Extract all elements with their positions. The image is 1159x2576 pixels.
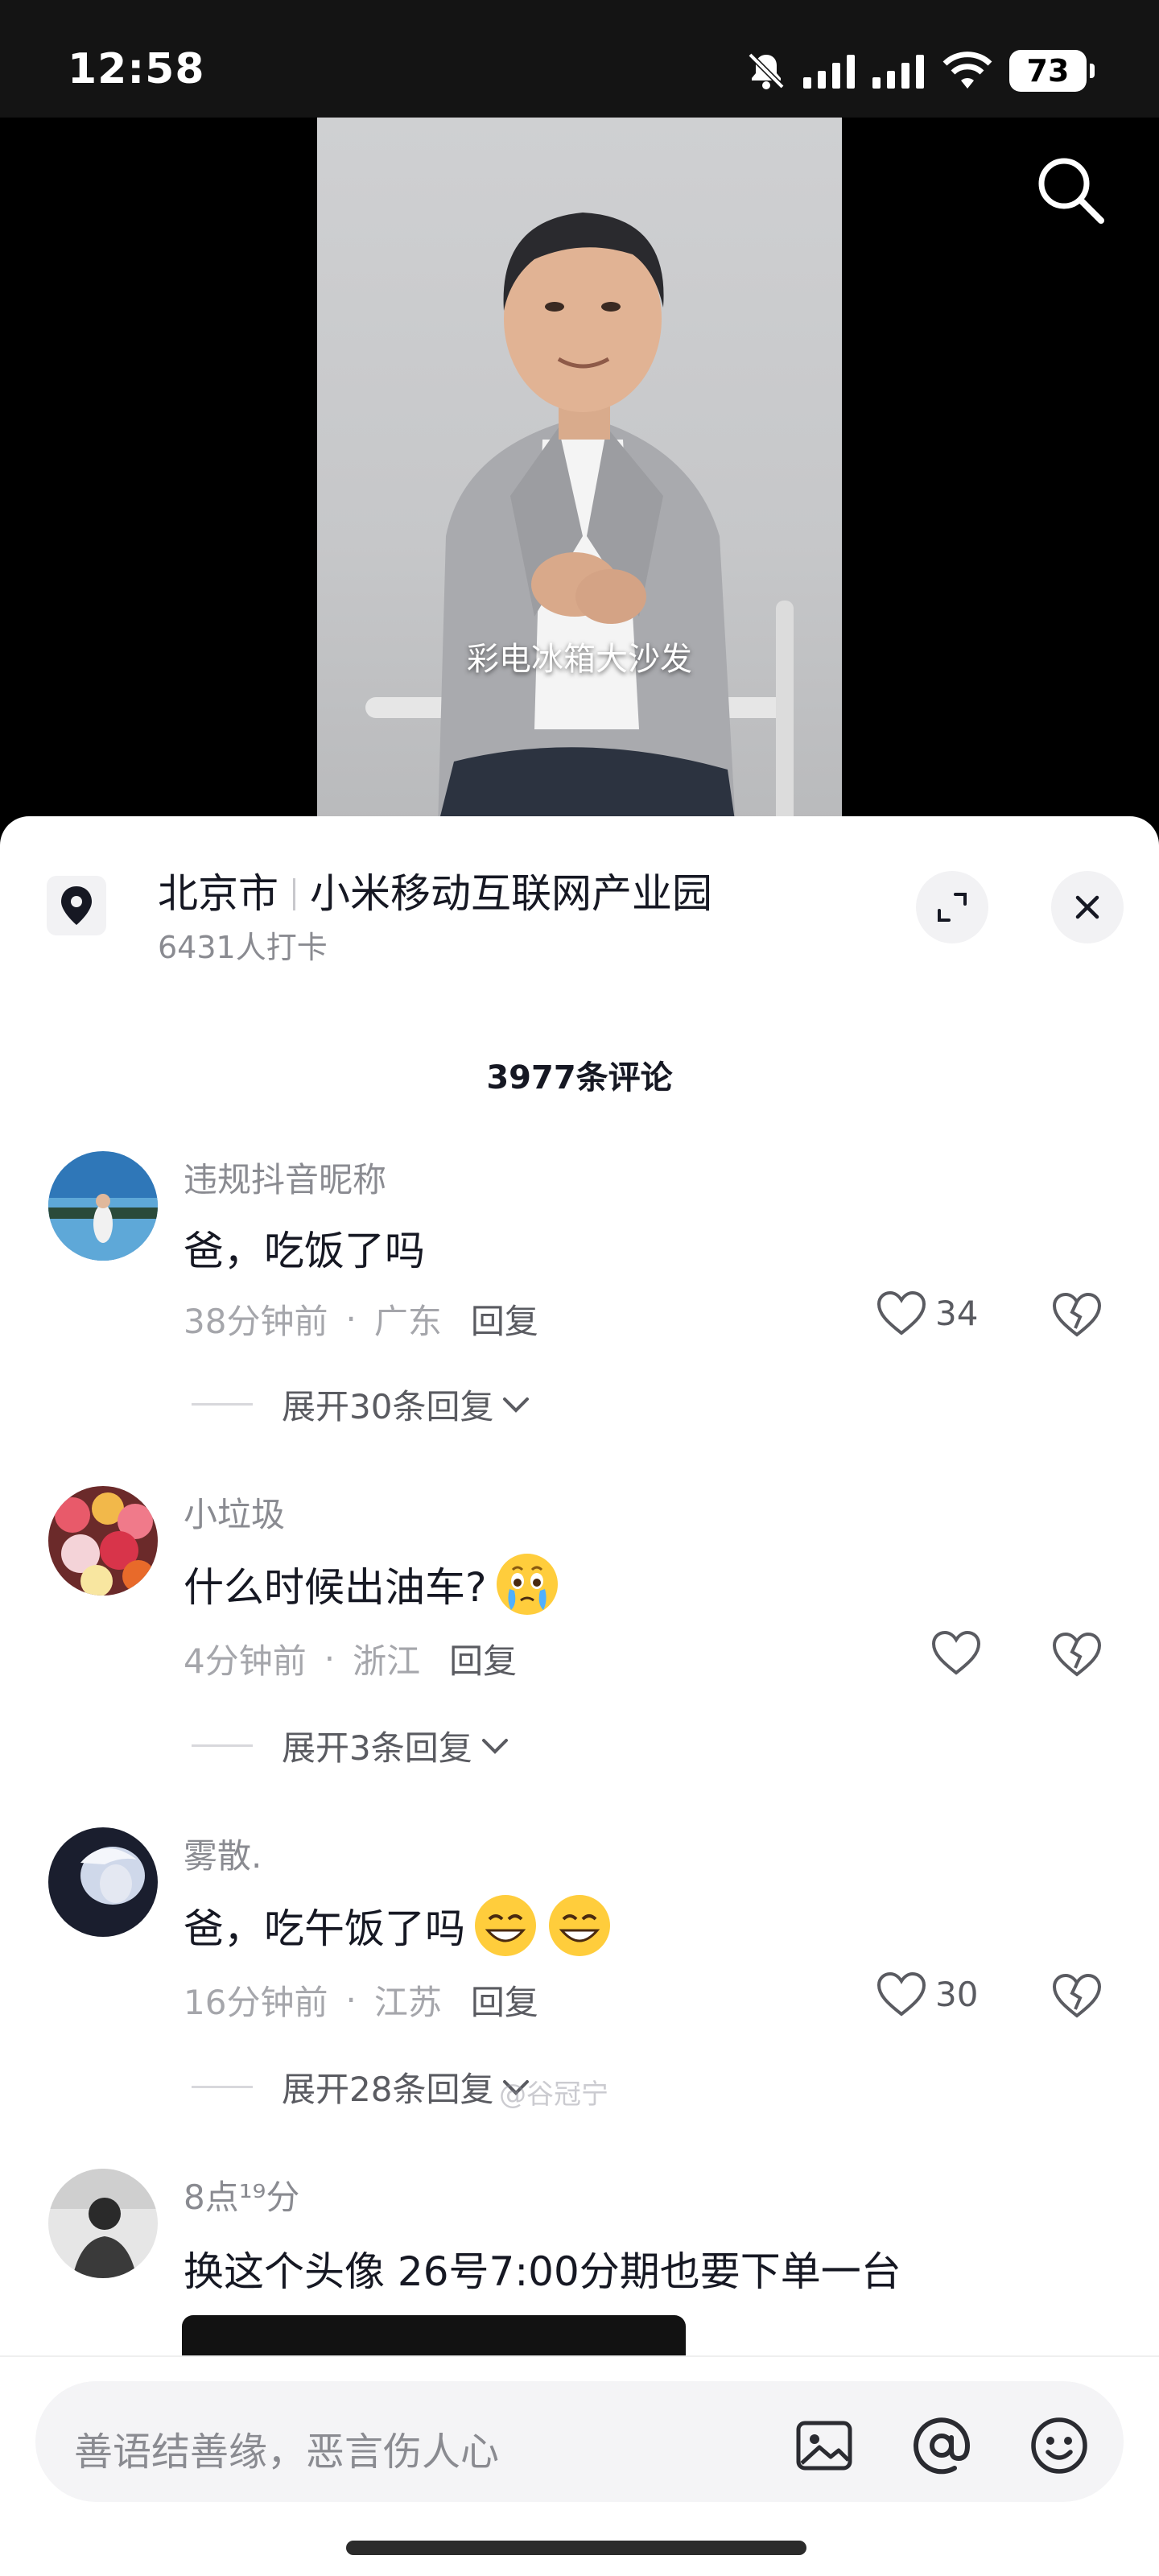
reply-button[interactable]: 回复 — [449, 1634, 517, 1683]
location-place: 小米移动互联网产业园 — [310, 870, 712, 917]
signal-icon — [872, 55, 924, 89]
expand-replies-label: 展开3条回复 — [282, 1728, 472, 1768]
home-indicator[interactable] — [346, 2541, 806, 2555]
expand-button[interactable] — [916, 871, 988, 943]
comment-text: 爸，吃饭了吗 — [184, 1219, 425, 1277]
comment-text-content: 什么时候出油车? — [184, 1564, 487, 1611]
location-separator — [293, 878, 295, 910]
chevron-down-icon — [503, 1397, 530, 1413]
like-button[interactable] — [930, 1629, 990, 1676]
broken-heart-icon[interactable] — [1051, 1631, 1103, 1678]
comment-input-bar: 善语结善缘，恶言伤人心 — [0, 2355, 1159, 2576]
comment-username[interactable]: 小垃圾 — [184, 1488, 285, 1537]
comment-text: 什么时候出油车? — [184, 1550, 561, 1618]
comment-region: 广东 — [373, 1302, 442, 1341]
broken-heart-icon[interactable] — [1051, 1291, 1103, 1338]
expand-replies-label: 展开30条回复 — [282, 1387, 494, 1426]
avatar[interactable] — [48, 2169, 158, 2278]
meta-separator: · — [324, 1639, 336, 1678]
wifi-icon — [942, 52, 992, 89]
comment-text: 换这个头像 26号7:00分期也要下单一台 — [184, 2240, 901, 2297]
comment-text-content: 爸，吃午饭了吗 — [184, 1905, 465, 1952]
video-area[interactable]: 彩电冰箱大沙发 — [0, 118, 1159, 826]
battery-icon: 73 — [1009, 50, 1095, 92]
avatar[interactable] — [48, 1827, 158, 1937]
comment-text: 爸，吃午饭了吗 — [184, 1892, 613, 1959]
location-city: 北京市 — [158, 870, 278, 917]
status-time: 12:58 — [68, 45, 205, 93]
mention-icon[interactable] — [909, 2413, 974, 2478]
crying-face-emoji — [496, 1554, 558, 1615]
emoji-icon[interactable] — [1027, 2413, 1091, 2478]
comment-region: 江苏 — [373, 1983, 442, 2022]
location-checkins: 6431人打卡 — [158, 930, 328, 965]
like-button[interactable]: 30 — [876, 1971, 978, 2017]
battery-level: 73 — [1026, 53, 1070, 89]
comment-input[interactable]: 善语结善缘，恶言伤人心 — [35, 2381, 1124, 2502]
signal-icon — [803, 55, 855, 89]
comments-sheet: 北京市 小米移动互联网产业园 6431人打卡 3977条评论 违规抖音昵称 爸，… — [0, 816, 1159, 2576]
close-icon — [1075, 895, 1099, 919]
comment-text-content: 换这个头像 26号7:00分期也要下单一台 — [184, 2248, 901, 2295]
expand-replies-label: 展开28条回复 — [282, 2070, 494, 2109]
expand-replies-button[interactable]: 展开28条回复 — [192, 2062, 532, 2112]
status-bar: 12:58 73 — [0, 0, 1159, 118]
heart-icon — [876, 1971, 926, 2017]
comment-time: 4分钟前 — [184, 1641, 307, 1681]
expand-replies-button[interactable]: 展开30条回复 — [192, 1380, 532, 1429]
comment-meta: 38分钟前 · 广东 回复 — [184, 1294, 538, 1344]
grinning-face-emoji — [549, 1895, 610, 1956]
comment-meta: 16分钟前 · 江苏 回复 — [184, 1975, 538, 2025]
comment-username[interactable]: 8点¹⁹分 — [184, 2170, 299, 2219]
expand-icon — [938, 893, 967, 922]
meta-separator: · — [345, 1299, 357, 1339]
comment-time: 38分钟前 — [184, 1302, 328, 1341]
comment-count: 3977条评论 — [486, 1059, 673, 1096]
avatar[interactable] — [48, 1151, 158, 1261]
comment-time: 16分钟前 — [184, 1983, 328, 2022]
video-person-image — [365, 213, 794, 826]
reply-button[interactable]: 回复 — [471, 1294, 538, 1344]
battery-tip — [1090, 64, 1095, 78]
video-subtitle: 彩电冰箱大沙发 — [467, 641, 692, 678]
expand-divider — [192, 1744, 253, 1747]
expand-divider — [192, 2086, 253, 2088]
comment-text-content: 爸，吃饭了吗 — [184, 1228, 425, 1274]
comment-meta: 4分钟前 · 浙江 回复 — [184, 1634, 517, 1683]
image-icon[interactable] — [792, 2413, 856, 2478]
status-icons: 73 — [745, 48, 1095, 93]
meta-separator: · — [345, 1980, 357, 2020]
heart-icon — [931, 1630, 981, 1675]
comment-input-placeholder: 善语结善缘，恶言伤人心 — [74, 2429, 500, 2475]
avatar[interactable] — [48, 1486, 158, 1596]
like-button[interactable]: 34 — [876, 1290, 978, 1336]
expand-divider — [192, 1403, 253, 1406]
heart-icon — [876, 1290, 926, 1335]
location-pin-icon — [47, 876, 106, 935]
reply-button[interactable]: 回复 — [471, 1975, 538, 2025]
comment-username[interactable]: 雾散. — [184, 1829, 262, 1878]
like-count: 34 — [935, 1293, 979, 1333]
expand-replies-button[interactable]: 展开3条回复 — [192, 1721, 511, 1770]
comment-region: 浙江 — [353, 1641, 421, 1681]
bell-muted-icon — [748, 52, 785, 89]
like-count: 30 — [935, 1974, 979, 2014]
comment-username[interactable]: 违规抖音昵称 — [184, 1153, 386, 1202]
location-title[interactable]: 北京市 小米移动互联网产业园 — [158, 861, 712, 919]
grinning-face-emoji — [475, 1895, 536, 1956]
watermark-text: @谷冠宁 — [499, 2079, 608, 2111]
broken-heart-icon[interactable] — [1051, 1972, 1103, 2019]
close-button[interactable] — [1051, 871, 1124, 943]
search-icon[interactable] — [1030, 150, 1111, 230]
chevron-down-icon — [481, 1738, 508, 1754]
location-row[interactable]: 北京市 小米移动互联网产业园 6431人打卡 — [0, 816, 1159, 977]
video-frame[interactable]: 彩电冰箱大沙发 — [317, 118, 842, 826]
